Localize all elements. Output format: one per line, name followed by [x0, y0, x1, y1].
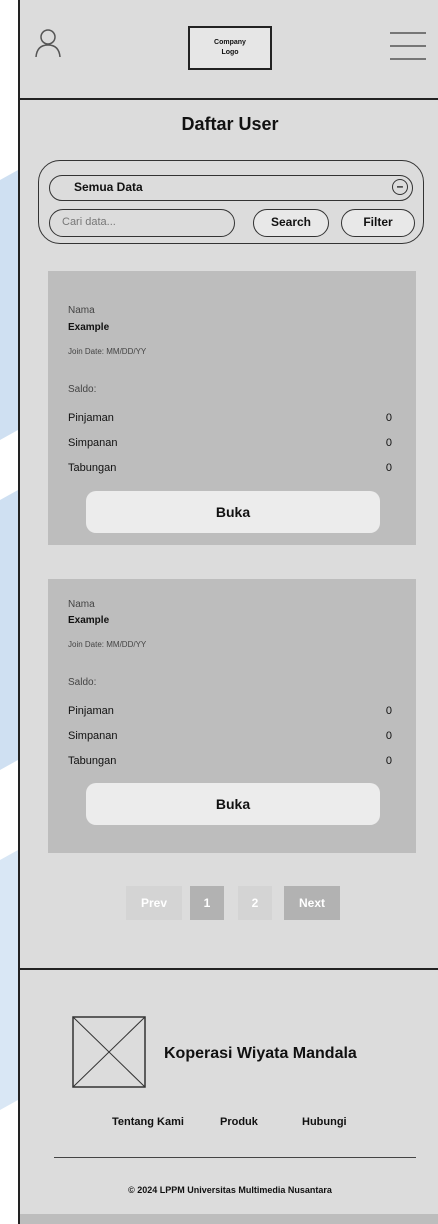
- simpanan-value: 0: [385, 730, 392, 742]
- data-select[interactable]: Semua Data –: [49, 175, 413, 201]
- pinjaman-value: 0: [385, 705, 392, 717]
- saldo-label: Saldo:: [68, 384, 97, 395]
- user-name: Example: [68, 322, 110, 333]
- page-2-button[interactable]: 2: [238, 886, 272, 920]
- footer-separator: [54, 1157, 416, 1158]
- join-date: Join Date: MM/DD/YY: [68, 640, 147, 649]
- buka-button[interactable]: Buka: [86, 783, 380, 825]
- hamburger-menu-icon[interactable]: [390, 30, 426, 62]
- saldo-label: Saldo:: [68, 677, 97, 688]
- tabungan-value: 0: [385, 462, 392, 474]
- bottom-bar: [20, 1214, 438, 1224]
- tabungan-row: Tabungan 0: [68, 462, 392, 474]
- join-date: Join Date: MM/DD/YY: [68, 347, 147, 356]
- page-title: Daftar User: [181, 114, 279, 134]
- footer-link-tentang-kami[interactable]: Tentang Kami: [112, 1116, 184, 1128]
- user-icon[interactable]: [34, 28, 62, 58]
- tabungan-value: 0: [385, 755, 392, 767]
- nama-label: Nama: [68, 599, 95, 610]
- nama-label: Nama: [68, 305, 95, 316]
- search-input[interactable]: Cari data...: [49, 209, 235, 237]
- copyright-text: © 2024 LPPM Universitas Multimedia Nusan…: [128, 1185, 332, 1195]
- simpanan-row: Simpanan 0: [68, 437, 392, 449]
- company-logo[interactable]: Company Logo: [188, 26, 272, 70]
- pinjaman-label: Pinjaman: [68, 412, 114, 424]
- simpanan-label: Simpanan: [68, 730, 118, 742]
- footer-brand: Koperasi Wiyata Mandala: [164, 1045, 357, 1062]
- tabungan-label: Tabungan: [68, 462, 117, 474]
- prev-page-button[interactable]: Prev: [126, 886, 182, 920]
- chevron-down-icon[interactable]: –: [392, 179, 408, 195]
- footer-link-produk[interactable]: Produk: [220, 1116, 258, 1128]
- footer-divider: [20, 968, 438, 970]
- header: Company Logo: [20, 0, 438, 100]
- image-placeholder-icon: [72, 1016, 146, 1088]
- simpanan-value: 0: [385, 437, 392, 449]
- pinjaman-row: Pinjaman 0: [68, 705, 392, 717]
- filter-button[interactable]: Filter: [341, 209, 415, 237]
- simpanan-row: Simpanan 0: [68, 730, 392, 742]
- logo-line1: Company: [214, 39, 246, 46]
- simpanan-label: Simpanan: [68, 437, 118, 449]
- next-page-button[interactable]: Next: [284, 886, 340, 920]
- filter-panel: Semua Data – Cari data... Search Filter: [38, 160, 424, 244]
- pinjaman-value: 0: [385, 412, 392, 424]
- tabungan-label: Tabungan: [68, 755, 117, 767]
- page-1-button[interactable]: 1: [190, 886, 224, 920]
- user-card: Nama Example Join Date: MM/DD/YY Saldo: …: [48, 579, 416, 853]
- footer-link-hubungi[interactable]: Hubungi: [302, 1116, 347, 1128]
- tabungan-row: Tabungan 0: [68, 755, 392, 767]
- pinjaman-label: Pinjaman: [68, 705, 114, 717]
- mobile-frame: Company Logo Daftar User Semua Data – Ca…: [18, 0, 438, 1224]
- logo-line2: Logo: [221, 49, 239, 56]
- select-value: Semua Data: [74, 180, 143, 194]
- user-card: Nama Example Join Date: MM/DD/YY Saldo: …: [48, 271, 416, 545]
- buka-button[interactable]: Buka: [86, 491, 380, 533]
- pinjaman-row: Pinjaman 0: [68, 412, 392, 424]
- user-name: Example: [68, 615, 110, 626]
- search-button[interactable]: Search: [253, 209, 329, 237]
